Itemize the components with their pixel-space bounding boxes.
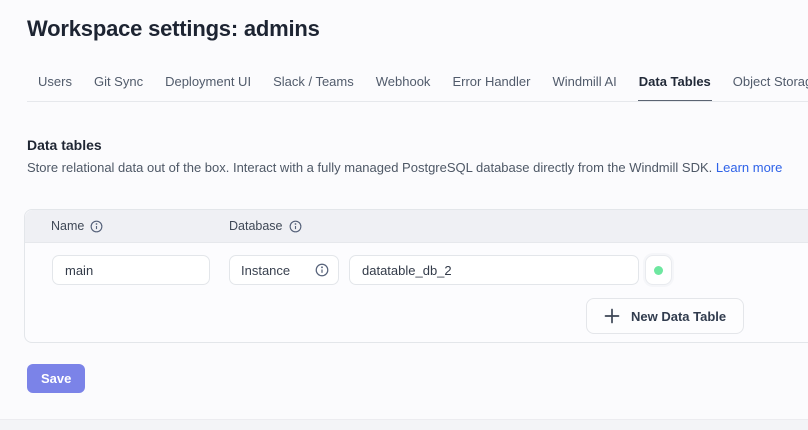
- tab-windmill-ai[interactable]: Windmill AI: [551, 66, 617, 101]
- status-dot-icon: [654, 266, 663, 275]
- column-header-database: Database: [229, 219, 302, 233]
- description-text: Store relational data out of the box. In…: [27, 160, 712, 175]
- tab-slack-teams[interactable]: Slack / Teams: [272, 66, 355, 101]
- database-info-icon[interactable]: [289, 220, 302, 233]
- database-header-label: Database: [229, 219, 283, 233]
- datatable-name-input[interactable]: [52, 255, 210, 285]
- tab-deployment-ui[interactable]: Deployment UI: [164, 66, 252, 101]
- connection-status-indicator: [645, 255, 672, 285]
- database-source-value: Instance: [241, 263, 290, 278]
- table-body: Instance: [25, 243, 808, 342]
- tab-webhook[interactable]: Webhook: [375, 66, 432, 101]
- table-actions-row: New Data Table: [586, 298, 808, 334]
- name-info-icon[interactable]: [90, 220, 103, 233]
- tab-error-handler[interactable]: Error Handler: [451, 66, 531, 101]
- section-heading: Data tables: [27, 137, 808, 153]
- tab-object-storage[interactable]: Object Storage: [732, 66, 808, 101]
- page-title: Workspace settings: admins: [27, 16, 808, 42]
- column-header-name: Name: [51, 219, 229, 233]
- database-name-input[interactable]: [349, 255, 639, 285]
- tab-git-sync[interactable]: Git Sync: [93, 66, 144, 101]
- data-tables-card: Name Database I: [24, 209, 808, 343]
- tab-users[interactable]: Users: [37, 66, 73, 101]
- bottom-divider: [0, 419, 808, 430]
- new-data-table-label: New Data Table: [631, 309, 726, 324]
- learn-more-link[interactable]: Learn more: [716, 160, 782, 175]
- settings-tab-bar: Users Git Sync Deployment UI Slack / Tea…: [27, 66, 808, 102]
- database-source-select[interactable]: Instance: [229, 255, 339, 285]
- plus-icon: [604, 308, 620, 324]
- new-data-table-button[interactable]: New Data Table: [586, 298, 744, 334]
- table-header-row: Name Database: [25, 210, 808, 243]
- section-description: Store relational data out of the box. In…: [27, 160, 808, 175]
- name-header-label: Name: [51, 219, 84, 233]
- save-button[interactable]: Save: [27, 364, 85, 393]
- instance-info-icon[interactable]: [315, 263, 329, 277]
- tab-data-tables[interactable]: Data Tables: [638, 66, 712, 102]
- table-row: Instance: [52, 255, 808, 285]
